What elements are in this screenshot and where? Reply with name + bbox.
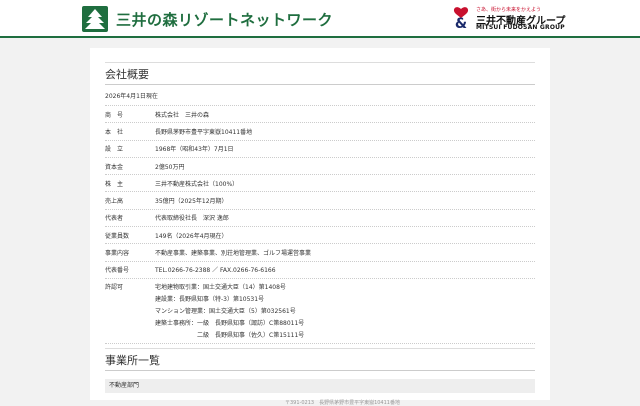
license-line: 宅地建物取引業：国土交通大臣（14）第1408号 [155, 283, 286, 291]
info-row: 事業内容 不動産事業、建築事業、別荘地管理業、ゴルフ場運営事業 [105, 244, 535, 262]
info-row: 設 立 1968年（昭和43年）7月1日 [105, 141, 535, 158]
office-list-title: 事業所一覧 [105, 348, 535, 371]
row-value: 2億50万円 [155, 163, 185, 171]
row-value: 代表取締役社長 深沢 逸郎 [155, 215, 229, 223]
license-line: 建設業：長野県知事（特-3）第10531号 [155, 295, 265, 303]
row-label: 本 社 [105, 128, 124, 136]
row-value: 不動産事業、建築事業、別荘地管理業、ゴルフ場運営事業 [155, 250, 312, 258]
license-row: 許認可 宅地建物取引業：国土交通大臣（14）第1408号 建設業：長野県知事（特… [105, 279, 535, 344]
row-value: 149名（2026年4月現在） [155, 232, 228, 240]
row-label: 商 号 [105, 111, 124, 119]
site-header: 三井の森リゾートネットワーク & さあ、街から未来をかえよう 三井不動産グループ… [0, 0, 640, 38]
row-label: 代表者 [105, 215, 124, 223]
row-label: 代表番号 [105, 267, 130, 275]
company-overview-title: 会社概要 [105, 62, 535, 85]
info-row: 資本金 2億50万円 [105, 158, 535, 176]
license-list: 宅地建物取引業：国土交通大臣（14）第1408号 建設業：長野県知事（特-3）第… [155, 282, 535, 342]
row-value: 長野県茅野市豊平字東嶽10411番地 [155, 128, 253, 136]
row-value: 三井不動産株式会社（100%） [155, 180, 239, 188]
as-of-date: 2026年4月1日現在 [105, 91, 535, 106]
row-label: 資本金 [105, 163, 124, 171]
svg-text:&: & [455, 16, 467, 30]
info-row: 代表番号 TEL.0266-76-2388 ／ FAX.0266-76-6166 [105, 262, 535, 279]
brand-name[interactable]: 三井の森リゾートネットワーク [116, 9, 333, 30]
row-value: 1968年（昭和43年）7月1日 [155, 146, 234, 154]
office-list-section: 事業所一覧 不動産部門 〒391-0213 長野県茅野市豊平字東嶽10411番地 [105, 348, 535, 406]
info-row: 代表者 代表取締役社長 深沢 逸郎 [105, 210, 535, 228]
dept-header: 不動産部門 [105, 379, 535, 393]
mf-group-name-en: MITSUI FUDOSAN GROUP [476, 24, 565, 31]
row-value: 株式会社 三井の森 [155, 111, 210, 119]
mitsui-no-mori-logo-icon[interactable] [82, 6, 108, 32]
info-row: 商 号 株式会社 三井の森 [105, 106, 535, 124]
main-content: 会社概要 2026年4月1日現在 商 号 株式会社 三井の森 本 社 長野県茅野市豊… [90, 48, 550, 406]
mitsui-fudosan-logo-icon[interactable]: & [450, 6, 472, 30]
company-overview-section: 会社概要 2026年4月1日現在 商 号 株式会社 三井の森 本 社 長野県茅野市豊… [105, 62, 535, 344]
row-label: 株 主 [105, 180, 124, 188]
row-value: TEL.0266-76-2388 ／ FAX.0266-76-6166 [155, 267, 276, 275]
row-label: 従業員数 [105, 232, 130, 240]
office-address: 〒391-0213 長野県茅野市豊平字東嶽10411番地 [285, 400, 400, 406]
row-label: 許認可 [105, 283, 124, 291]
license-line: 建築士事務所：一級 長野県知事（諏訪）C第88011号 [155, 319, 305, 327]
license-line: マンション管理業：国土交通大臣（5）第032561号 [155, 307, 296, 315]
row-label: 事業内容 [105, 250, 130, 258]
license-line: 二級 長野県知事（佐久）C第15111号 [155, 331, 305, 339]
row-value: 35億円（2025年12月期） [155, 198, 228, 206]
info-row: 本 社 長野県茅野市豊平字東嶽10411番地 [105, 123, 535, 141]
row-label: 売上高 [105, 198, 124, 206]
info-row: 売上高 35億円（2025年12月期） [105, 192, 535, 210]
info-row: 従業員数 149名（2026年4月現在） [105, 227, 535, 245]
row-label: 設 立 [105, 146, 124, 154]
info-row: 株 主 三井不動産株式会社（100%） [105, 175, 535, 193]
